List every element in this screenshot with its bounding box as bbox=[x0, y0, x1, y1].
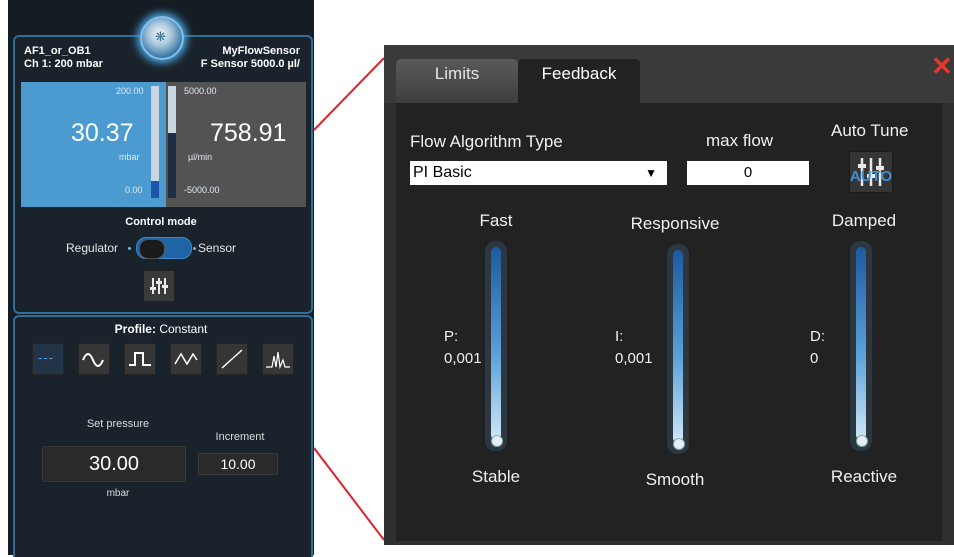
algorithm-type-select[interactable]: PI Basic ▼ bbox=[410, 161, 667, 185]
feedback-dialog: Limits Feedback ✕ Flow Algorithm Type PI… bbox=[384, 45, 954, 545]
i-slider-fill bbox=[673, 250, 683, 443]
tab-limits[interactable]: Limits bbox=[396, 59, 518, 103]
i-gain-label: I: bbox=[615, 328, 624, 345]
i-gain-slider[interactable] bbox=[666, 243, 690, 455]
i-gain-value: 0,001 bbox=[615, 350, 653, 367]
i-slider-top-label: Responsive bbox=[630, 214, 720, 233]
dropdown-arrow-icon: ▼ bbox=[645, 166, 657, 180]
d-slider-thumb[interactable] bbox=[856, 435, 868, 447]
d-slider-bottom-label: Reactive bbox=[830, 467, 898, 486]
lower-connector-line bbox=[313, 447, 385, 541]
p-gain-readout: P: 0,001 bbox=[444, 326, 482, 370]
p-slider-fill bbox=[491, 247, 501, 440]
p-gain-slider[interactable] bbox=[484, 240, 508, 452]
d-slider-fill bbox=[856, 247, 866, 440]
i-slider-bottom-label: Smooth bbox=[645, 470, 705, 489]
p-slider-bottom-label: Stable bbox=[471, 467, 521, 486]
auto-tune-button[interactable]: AUTO bbox=[849, 151, 893, 193]
d-gain-label: D: bbox=[810, 328, 825, 345]
p-gain-value: 0,001 bbox=[444, 350, 482, 367]
p-slider-top-label: Fast bbox=[479, 211, 513, 230]
auto-tune-icon-text: AUTO bbox=[850, 168, 892, 185]
d-gain-value: 0 bbox=[810, 350, 819, 367]
i-gain-readout: I: 0,001 bbox=[615, 326, 653, 370]
algorithm-type-label: Flow Algorithm Type bbox=[410, 132, 563, 151]
max-flow-input[interactable]: 0 bbox=[687, 161, 809, 185]
auto-tune-icon: AUTO bbox=[850, 158, 892, 186]
max-flow-label: max flow bbox=[706, 131, 774, 150]
d-gain-slider[interactable] bbox=[849, 240, 873, 452]
auto-tune-label: Auto Tune bbox=[831, 121, 909, 140]
upper-connector-line bbox=[313, 57, 385, 131]
d-gain-readout: D: 0 bbox=[810, 326, 825, 370]
i-slider-thumb[interactable] bbox=[673, 438, 685, 450]
p-gain-label: P: bbox=[444, 328, 459, 345]
p-slider-thumb[interactable] bbox=[491, 435, 503, 447]
close-icon[interactable]: ✕ bbox=[931, 53, 953, 79]
d-slider-top-label: Damped bbox=[831, 211, 897, 230]
tab-feedback[interactable]: Feedback bbox=[518, 59, 640, 103]
algorithm-type-value: PI Basic bbox=[413, 164, 472, 181]
